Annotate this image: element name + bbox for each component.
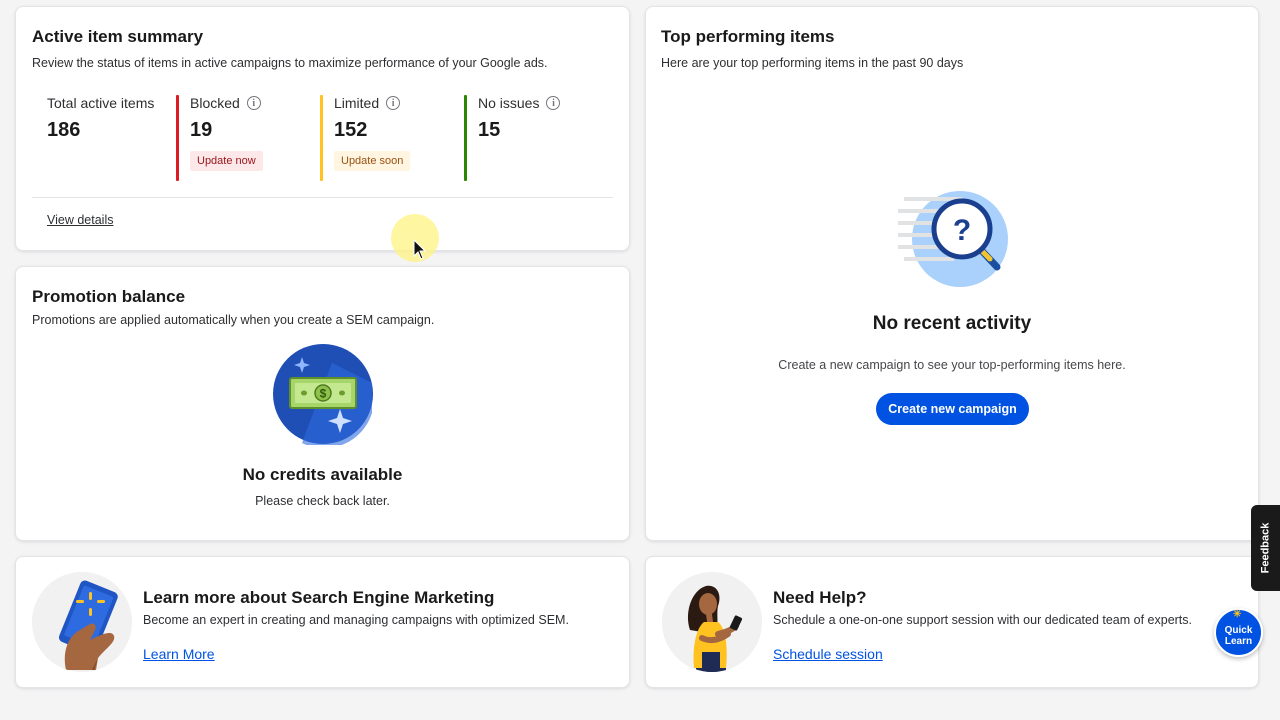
update-soon-badge: Update soon [334, 151, 411, 171]
stat-value: 15 [478, 119, 501, 141]
no-credits-subtitle: Please check back later. [255, 494, 390, 508]
mouse-cursor-icon [413, 239, 427, 260]
info-icon[interactable]: i [386, 96, 401, 110]
schedule-session-link[interactable]: Schedule session [773, 646, 883, 662]
stat-bar-yellow [320, 95, 323, 181]
summary-title: Active item summary [32, 27, 204, 46]
stat-bar-red [176, 95, 179, 181]
stat-total-active: Total active items 186 [47, 93, 154, 185]
stat-value: 19 [190, 119, 213, 141]
info-icon[interactable]: i [546, 96, 561, 110]
svg-text:$: $ [320, 387, 327, 401]
dollar-bill-icon: $ [273, 344, 373, 445]
help-subtitle: Schedule a one-on-one support session wi… [773, 613, 1193, 627]
learn-more-card: Learn more about Search Engine Marketing… [15, 556, 630, 688]
feedback-tab[interactable]: Feedback [1251, 505, 1280, 591]
divider [32, 197, 613, 198]
summary-subtitle: Review the status of items in active cam… [32, 56, 548, 70]
no-credits-title: No credits available [242, 465, 403, 484]
stat-label: Total active items [47, 95, 155, 111]
promotion-balance-card: Promotion balance Promotions are applied… [15, 266, 630, 541]
feedback-label: Feedback [1259, 522, 1272, 574]
update-now-badge: Update now [190, 151, 263, 171]
promo-title: Promotion balance [32, 287, 186, 306]
help-title: Need Help? [773, 588, 867, 607]
active-item-summary-card: Active item summary Review the status of… [15, 6, 630, 251]
no-activity-subtitle: Create a new campaign to see your top-pe… [778, 358, 1126, 372]
person-phone-icon [662, 572, 762, 672]
stat-label: Blocked [190, 95, 240, 111]
quick-learn-button[interactable]: ✳ Quick Learn [1214, 608, 1263, 657]
learn-subtitle: Become an expert in creating and managin… [143, 613, 569, 627]
info-icon[interactable]: i [246, 96, 261, 110]
stat-no-issues: No issues i 15 [464, 93, 561, 185]
quick-learn-line2: Learn [1224, 635, 1253, 647]
spark-icon: ✳ [1233, 609, 1242, 620]
stat-label: Limited [334, 95, 380, 111]
quick-learn-line1: Quick [1224, 624, 1253, 636]
top-performing-items-card: Top performing items Here are your top p… [645, 6, 1259, 541]
stat-value: 186 [47, 119, 81, 141]
promo-subtitle: Promotions are applied automatically whe… [32, 313, 435, 327]
svg-text:?: ? [953, 214, 971, 247]
create-new-campaign-button[interactable]: Create new campaign [876, 393, 1029, 425]
phone-spark-icon [32, 572, 132, 672]
top-subtitle: Here are your top performing items in th… [661, 56, 964, 70]
view-details-link[interactable]: View details [47, 213, 113, 227]
stat-limited: Limited i 152 Update soon [320, 93, 411, 185]
stat-value: 152 [334, 119, 368, 141]
stat-blocked: Blocked i 19 Update now [176, 93, 263, 185]
stat-label: No issues [478, 95, 540, 111]
learn-more-link[interactable]: Learn More [143, 646, 215, 662]
top-title: Top performing items [661, 27, 835, 46]
magnifier-question-icon: ? [898, 191, 1008, 287]
no-activity-title: No recent activity [872, 313, 1032, 334]
learn-title: Learn more about Search Engine Marketing [143, 588, 495, 607]
need-help-card: Need Help? Schedule a one-on-one support… [645, 556, 1259, 688]
stat-bar-green [464, 95, 467, 181]
